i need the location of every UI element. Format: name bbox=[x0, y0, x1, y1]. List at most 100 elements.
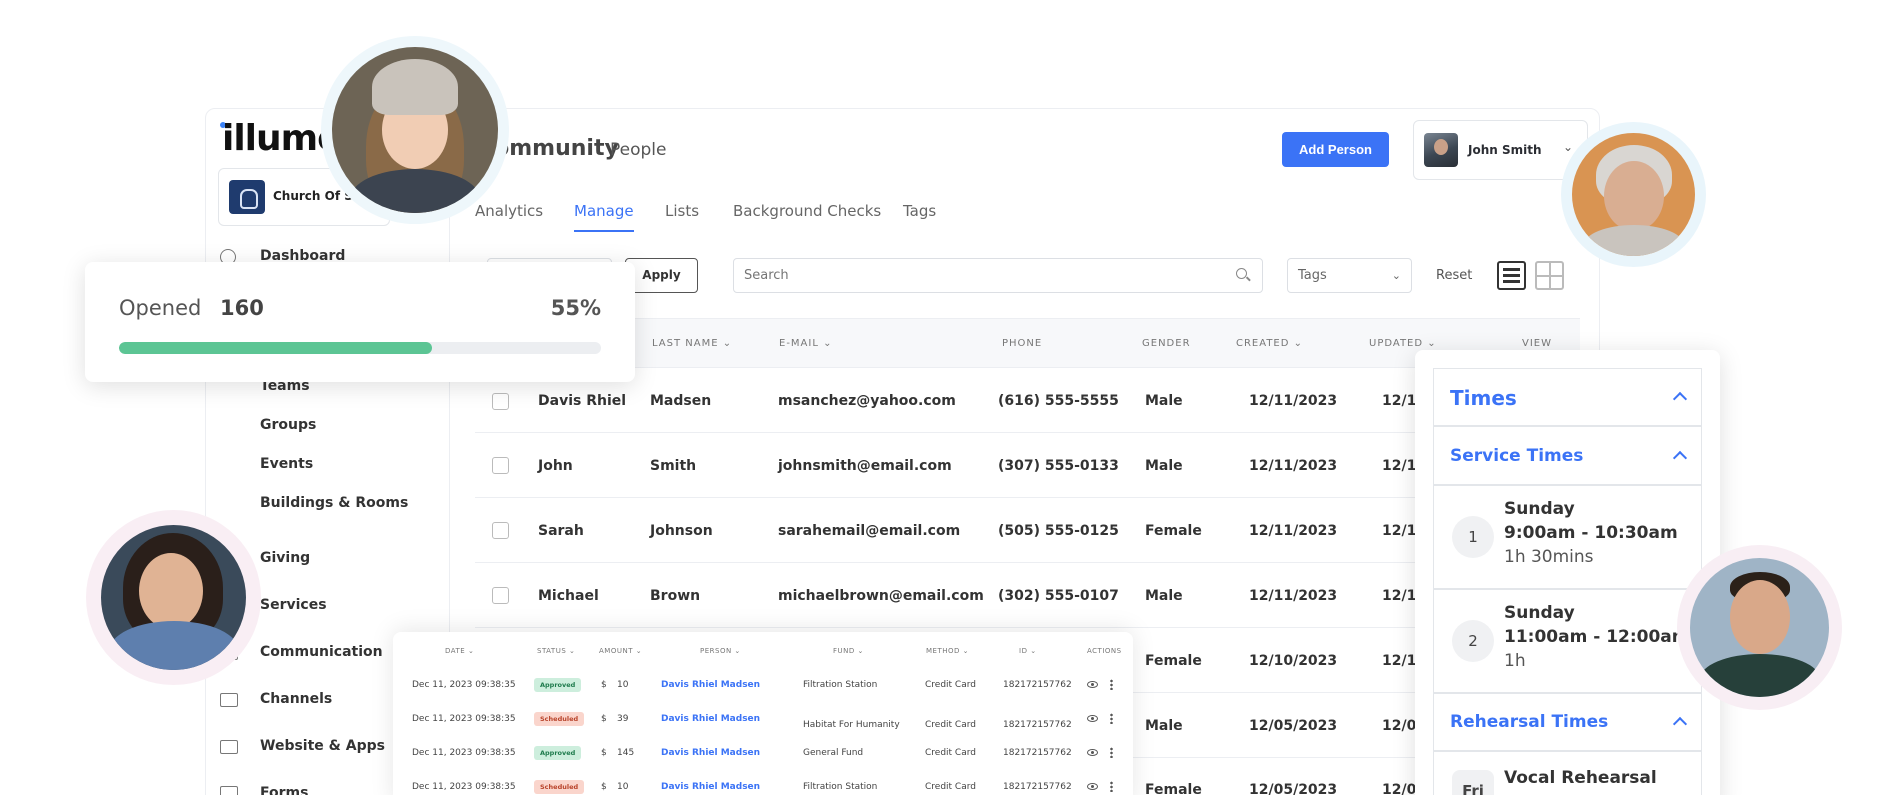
service-times-header[interactable]: Service Times bbox=[1433, 426, 1702, 485]
row-checkbox[interactable] bbox=[492, 522, 509, 539]
row-checkbox[interactable] bbox=[492, 457, 509, 474]
giving-cell-method: Credit Card bbox=[925, 720, 976, 730]
search-input[interactable] bbox=[733, 258, 1263, 293]
cell-created: 12/05/2023 bbox=[1249, 782, 1338, 795]
giving-cell-person-link[interactable]: Davis Rhiel Madsen bbox=[661, 748, 760, 758]
eye-icon[interactable] bbox=[1087, 749, 1098, 756]
sidebar-item-forms[interactable]: Forms bbox=[260, 785, 308, 795]
rehearsal-time-item[interactable]: Fri Vocal Rehearsal bbox=[1433, 751, 1702, 795]
giving-cell-method: Credit Card bbox=[925, 748, 976, 758]
list-view-icon[interactable] bbox=[1497, 261, 1526, 290]
giving-cell-amount: 39 bbox=[617, 714, 629, 724]
column-header-created[interactable]: CREATED ⌄ bbox=[1236, 338, 1303, 349]
giving-cell-currency: $ bbox=[601, 782, 607, 792]
service-time: 9:00am - 10:30am bbox=[1504, 523, 1678, 543]
more-vertical-icon[interactable] bbox=[1110, 679, 1113, 690]
status-badge: Scheduled bbox=[534, 712, 585, 726]
tab-analytics[interactable]: Analytics bbox=[475, 202, 543, 230]
sidebar-item-groups[interactable]: Groups bbox=[260, 417, 316, 433]
more-vertical-icon[interactable] bbox=[1110, 713, 1113, 724]
giving-cell-date: Dec 11, 2023 09:38:35 bbox=[412, 714, 516, 724]
cell-email: msanchez@yahoo.com bbox=[778, 393, 956, 409]
sidebar-item-channels[interactable]: Channels bbox=[260, 691, 332, 707]
cell-first-name: Sarah bbox=[538, 523, 584, 539]
column-header-updated[interactable]: UPDATED ⌄ bbox=[1369, 338, 1437, 349]
giving-col-fund[interactable]: FUND ⌄ bbox=[833, 647, 864, 655]
cell-gender: Male bbox=[1145, 588, 1183, 604]
giving-cell-person-link[interactable]: Davis Rhiel Madsen bbox=[661, 680, 760, 690]
giving-col-id[interactable]: ID ⌄ bbox=[1019, 647, 1037, 655]
giving-cell-currency: $ bbox=[601, 748, 607, 758]
giving-cell-currency: $ bbox=[601, 680, 607, 690]
add-person-button[interactable]: Add Person bbox=[1282, 132, 1389, 167]
tab-lists[interactable]: Lists bbox=[665, 202, 699, 230]
tab-background-checks[interactable]: Background Checks bbox=[733, 202, 881, 230]
status-badge: Approved bbox=[534, 678, 582, 692]
status-badge: Scheduled bbox=[534, 780, 585, 794]
cell-created: 12/11/2023 bbox=[1249, 393, 1338, 409]
grid-view-icon[interactable] bbox=[1535, 261, 1564, 290]
opened-progress-fill bbox=[119, 342, 433, 354]
sidebar-item-giving[interactable]: Giving bbox=[260, 550, 310, 566]
tags-select[interactable]: Tags ⌄ bbox=[1287, 258, 1412, 293]
cell-phone: (307) 555-0133 bbox=[998, 458, 1119, 474]
rehearsal-times-title: Rehearsal Times bbox=[1450, 712, 1609, 732]
apply-button[interactable]: Apply bbox=[625, 258, 698, 293]
more-vertical-icon[interactable] bbox=[1110, 781, 1113, 792]
giving-col-person[interactable]: PERSON ⌄ bbox=[700, 647, 741, 655]
times-header[interactable]: Times bbox=[1433, 368, 1702, 426]
sidebar-item-buildings-rooms[interactable]: Buildings & Rooms bbox=[260, 495, 408, 511]
rehearsal-name: Vocal Rehearsal bbox=[1504, 768, 1657, 788]
cell-gender: Female bbox=[1145, 782, 1202, 795]
giving-cell-method: Credit Card bbox=[925, 680, 976, 690]
chevron-up-icon bbox=[1672, 391, 1688, 407]
giving-col-status[interactable]: STATUS ⌄ bbox=[537, 647, 575, 655]
service-number: 2 bbox=[1452, 620, 1494, 662]
cell-last-name: Johnson bbox=[650, 523, 713, 539]
sidebar-item-events[interactable]: Events bbox=[260, 456, 313, 472]
row-checkbox[interactable] bbox=[492, 587, 509, 604]
cell-first-name: Davis Rhiel bbox=[538, 393, 627, 409]
giving-col-date[interactable]: DATE ⌄ bbox=[445, 647, 474, 655]
reset-button[interactable]: Reset bbox=[1436, 268, 1472, 283]
giving-cell-date: Dec 11, 2023 09:38:35 bbox=[412, 782, 516, 792]
giving-cell-amount: 10 bbox=[617, 782, 629, 792]
tab-tags[interactable]: Tags bbox=[903, 202, 936, 230]
cell-email: johnsmith@email.com bbox=[778, 458, 952, 474]
tab-manage[interactable]: Manage bbox=[574, 202, 634, 232]
column-header-last-name[interactable]: LAST NAME ⌄ bbox=[652, 338, 732, 349]
eye-icon[interactable] bbox=[1087, 783, 1098, 790]
column-header-email[interactable]: E-MAIL ⌄ bbox=[779, 338, 832, 349]
giving-col-amount[interactable]: AMOUNT ⌄ bbox=[599, 647, 642, 655]
sidebar-item-website-apps[interactable]: Website & Apps bbox=[260, 738, 385, 754]
giving-cell-person-link[interactable]: Davis Rhiel Madsen bbox=[661, 782, 760, 792]
cell-last-name: Smith bbox=[650, 458, 697, 474]
user-menu[interactable]: John Smith ⌄ bbox=[1413, 120, 1588, 180]
cell-gender: Male bbox=[1145, 393, 1183, 409]
cell-first-name: Michael bbox=[538, 588, 599, 604]
giving-cell-fund: Filtration Station bbox=[803, 782, 878, 792]
service-time-item[interactable]: 2 Sunday 11:00am - 12:00am 1h bbox=[1433, 589, 1702, 693]
giving-cell-method: Credit Card bbox=[925, 782, 976, 792]
row-checkbox[interactable] bbox=[492, 393, 509, 410]
giving-col-actions: ACTIONS bbox=[1087, 647, 1122, 655]
giving-cell-person-link[interactable]: Davis Rhiel Madsen bbox=[661, 714, 760, 724]
giving-col-method[interactable]: METHOD ⌄ bbox=[926, 647, 969, 655]
service-number: 1 bbox=[1452, 516, 1494, 558]
column-header-view: VIEW bbox=[1522, 338, 1552, 349]
more-vertical-icon[interactable] bbox=[1110, 747, 1113, 758]
forms-icon bbox=[220, 786, 238, 795]
service-time-item[interactable]: 1 Sunday 9:00am - 10:30am 1h 30mins bbox=[1433, 485, 1702, 589]
cell-created: 12/11/2023 bbox=[1249, 523, 1338, 539]
rehearsal-times-header[interactable]: Rehearsal Times bbox=[1433, 693, 1702, 751]
sidebar-item-communication[interactable]: Communication bbox=[260, 644, 383, 660]
cell-email: sarahemail@email.com bbox=[778, 523, 961, 539]
chevron-up-icon bbox=[1672, 450, 1688, 466]
cell-phone: (616) 555-5555 bbox=[998, 393, 1119, 409]
sidebar-item-services[interactable]: Services bbox=[260, 597, 327, 613]
status-badge: Approved bbox=[534, 746, 582, 760]
eye-icon[interactable] bbox=[1087, 681, 1098, 688]
cell-created: 12/10/2023 bbox=[1249, 653, 1338, 669]
eye-icon[interactable] bbox=[1087, 715, 1098, 722]
giving-cell-amount: 10 bbox=[617, 680, 629, 690]
